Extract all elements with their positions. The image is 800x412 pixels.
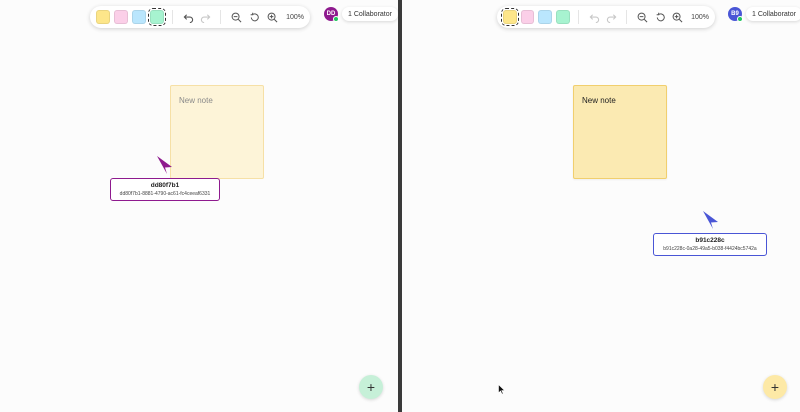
add-note-button[interactable]: + xyxy=(359,375,383,399)
toolbar: 100% xyxy=(497,6,715,28)
cursor-user-full-id: b91c228c-0a28-49a5-b038-f4424bc5742a xyxy=(663,246,757,252)
zoom-in-icon[interactable] xyxy=(670,10,685,25)
plus-icon: + xyxy=(366,379,376,395)
toolbar-separator xyxy=(626,10,628,24)
sticky-note[interactable]: New note xyxy=(170,85,264,179)
collaborator-count: 1 Collaborator xyxy=(746,7,800,21)
swatch-green[interactable] xyxy=(556,10,570,24)
swatch-blue[interactable] xyxy=(538,10,553,24)
remote-cursor-label: b91c228c b91c228c-0a28-49a5-b038-f4424bc… xyxy=(653,233,767,256)
remote-cursor-label: dd80f7b1 dd80f7b1-8881-4790-ac61-fc4ceea… xyxy=(110,178,220,201)
avatar: B9 xyxy=(728,7,743,22)
mouse-pointer-icon xyxy=(498,384,506,395)
undo-icon[interactable] xyxy=(587,10,602,25)
collaborator-count: 1 Collaborator xyxy=(342,7,398,21)
swatch-pink[interactable] xyxy=(113,10,128,24)
zoom-level: 100% xyxy=(286,13,304,21)
reset-zoom-icon[interactable] xyxy=(653,10,668,25)
note-text: New note xyxy=(582,96,616,105)
cursor-user-short-id: dd80f7b1 xyxy=(150,182,180,189)
sticky-note[interactable]: New note xyxy=(573,85,667,179)
reset-zoom-icon[interactable] xyxy=(247,10,262,25)
remote-cursor-icon xyxy=(157,156,172,174)
left-board-pane[interactable]: 100% DD 1 Collaborator New note dd80f7b1… xyxy=(0,0,398,412)
redo-icon[interactable] xyxy=(605,10,620,25)
right-board-pane[interactable]: 100% B9 1 Collaborator New note b91c228c… xyxy=(402,0,800,412)
cursor-user-full-id: dd80f7b1-8881-4790-ac61-fc4ceeaf6331 xyxy=(119,191,211,197)
note-text: New note xyxy=(179,96,213,105)
online-indicator xyxy=(737,16,743,22)
zoom-out-icon[interactable] xyxy=(229,10,244,25)
redo-icon[interactable] xyxy=(199,10,214,25)
toolbar-separator xyxy=(171,10,173,24)
zoom-out-icon[interactable] xyxy=(635,10,650,25)
undo-icon[interactable] xyxy=(181,10,196,25)
zoom-in-icon[interactable] xyxy=(265,10,280,25)
toolbar: 100% xyxy=(90,6,310,28)
toolbar-separator xyxy=(577,10,579,24)
swatch-yellow[interactable] xyxy=(501,8,519,26)
add-note-button[interactable]: + xyxy=(763,375,787,399)
swatch-yellow[interactable] xyxy=(96,10,110,24)
remote-cursor-icon xyxy=(703,211,718,229)
swatch-blue[interactable] xyxy=(131,10,146,24)
swatch-green[interactable] xyxy=(147,8,166,26)
cursor-user-short-id: b91c228c xyxy=(695,237,725,244)
toolbar-separator xyxy=(220,10,222,24)
plus-icon: + xyxy=(770,379,780,395)
avatar: DD xyxy=(324,7,339,22)
online-indicator xyxy=(333,16,339,22)
zoom-level: 100% xyxy=(691,13,710,21)
swatch-pink[interactable] xyxy=(520,10,535,24)
